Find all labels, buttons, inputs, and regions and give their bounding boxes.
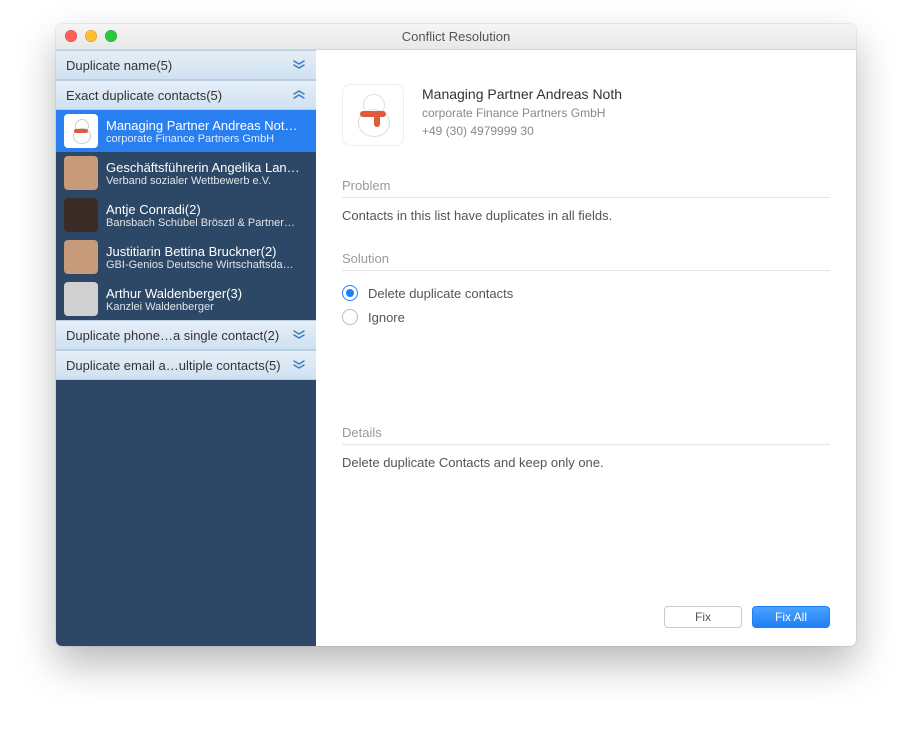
list-item-name: Arthur Waldenberger(3) [106, 286, 308, 301]
problem-text: Contacts in this list have duplicates in… [342, 208, 830, 223]
avatar [64, 240, 98, 274]
list-item-name: Managing Partner Andreas Not… [106, 118, 308, 133]
radio-dot-icon [342, 309, 358, 325]
list-item[interactable]: Arthur Waldenberger(3) Kanzlei Waldenber… [56, 278, 316, 320]
contact-avatar [342, 84, 404, 146]
sidebar-group-duplicate-email[interactable]: Duplicate email a…ultiple contacts(5) [56, 350, 316, 380]
sidebar-group-label: Exact duplicate contacts [66, 88, 206, 103]
chevron-collapsed-icon [292, 328, 306, 342]
window-title: Conflict Resolution [56, 29, 856, 44]
solution-label: Solution [342, 251, 830, 266]
list-item-sub: Verband sozialer Wettbewerb e.V. [106, 175, 308, 187]
avatar [64, 198, 98, 232]
maximize-icon[interactable] [105, 30, 117, 42]
titlebar: Conflict Resolution [56, 24, 856, 50]
radio-dot-icon [342, 285, 358, 301]
chevron-collapsed-icon [292, 358, 306, 372]
sidebar-group-duplicate-phone[interactable]: Duplicate phone…a single contact(2) [56, 320, 316, 350]
chevron-expanded-icon [292, 88, 306, 102]
list-item-sub: Bansbach Schübel Brösztl & Partner… [106, 217, 308, 229]
contact-company: corporate Finance Partners GmbH [422, 106, 622, 120]
divider [342, 197, 830, 198]
list-item-sub: Kanzlei Waldenberger [106, 301, 308, 313]
avatar [64, 156, 98, 190]
list-item[interactable]: Managing Partner Andreas Not… corporate … [56, 110, 316, 152]
contact-phone: +49 (30) 4979999 30 [422, 124, 622, 138]
chevron-collapsed-icon [292, 58, 306, 72]
radio-label: Delete duplicate contacts [368, 286, 513, 301]
sidebar-group-exact-duplicate[interactable]: Exact duplicate contacts(5) [56, 80, 316, 110]
details-label: Details [342, 425, 830, 440]
divider [342, 270, 830, 271]
minimize-icon[interactable] [85, 30, 97, 42]
sidebar-group-duplicate-name[interactable]: Duplicate name(5) [56, 50, 316, 80]
radio-delete-duplicates[interactable]: Delete duplicate contacts [342, 281, 830, 305]
fix-button[interactable]: Fix [664, 606, 742, 628]
sidebar-group-label: Duplicate name [66, 58, 156, 73]
list-item-sub: corporate Finance Partners GmbH [106, 133, 308, 145]
list-item-name: Justitiarin Bettina Bruckner(2) [106, 244, 308, 259]
fix-all-button[interactable]: Fix All [752, 606, 830, 628]
window: Conflict Resolution Duplicate name(5) Ex… [56, 24, 856, 646]
list-item[interactable]: Justitiarin Bettina Bruckner(2) GBI-Geni… [56, 236, 316, 278]
list-item-name: Geschäftsführerin Angelika Lan… [106, 160, 308, 175]
sidebar-items: Managing Partner Andreas Not… corporate … [56, 110, 316, 320]
avatar [64, 114, 98, 148]
sidebar: Duplicate name(5) Exact duplicate contac… [56, 50, 316, 646]
contact-name: Managing Partner Andreas Noth [422, 86, 622, 102]
radio-ignore[interactable]: Ignore [342, 305, 830, 329]
sidebar-group-label: Duplicate phone…a single contact [66, 328, 263, 343]
avatar [64, 282, 98, 316]
details-text: Delete duplicate Contacts and keep only … [342, 455, 830, 470]
list-item[interactable]: Antje Conradi(2) Bansbach Schübel Bröszt… [56, 194, 316, 236]
divider [342, 444, 830, 445]
list-item[interactable]: Geschäftsführerin Angelika Lan… Verband … [56, 152, 316, 194]
sidebar-group-count: (5) [206, 88, 222, 103]
sidebar-group-count: (5) [265, 358, 281, 373]
list-item-name: Antje Conradi(2) [106, 202, 308, 217]
list-item-sub: GBI-Genios Deutsche Wirtschaftsda… [106, 259, 308, 271]
sidebar-group-count: (5) [156, 58, 172, 73]
radio-label: Ignore [368, 310, 405, 325]
detail-pane: Managing Partner Andreas Noth corporate … [316, 50, 856, 646]
close-icon[interactable] [65, 30, 77, 42]
problem-label: Problem [342, 178, 830, 193]
sidebar-group-count: (2) [263, 328, 279, 343]
sidebar-group-label: Duplicate email a…ultiple contacts [66, 358, 265, 373]
